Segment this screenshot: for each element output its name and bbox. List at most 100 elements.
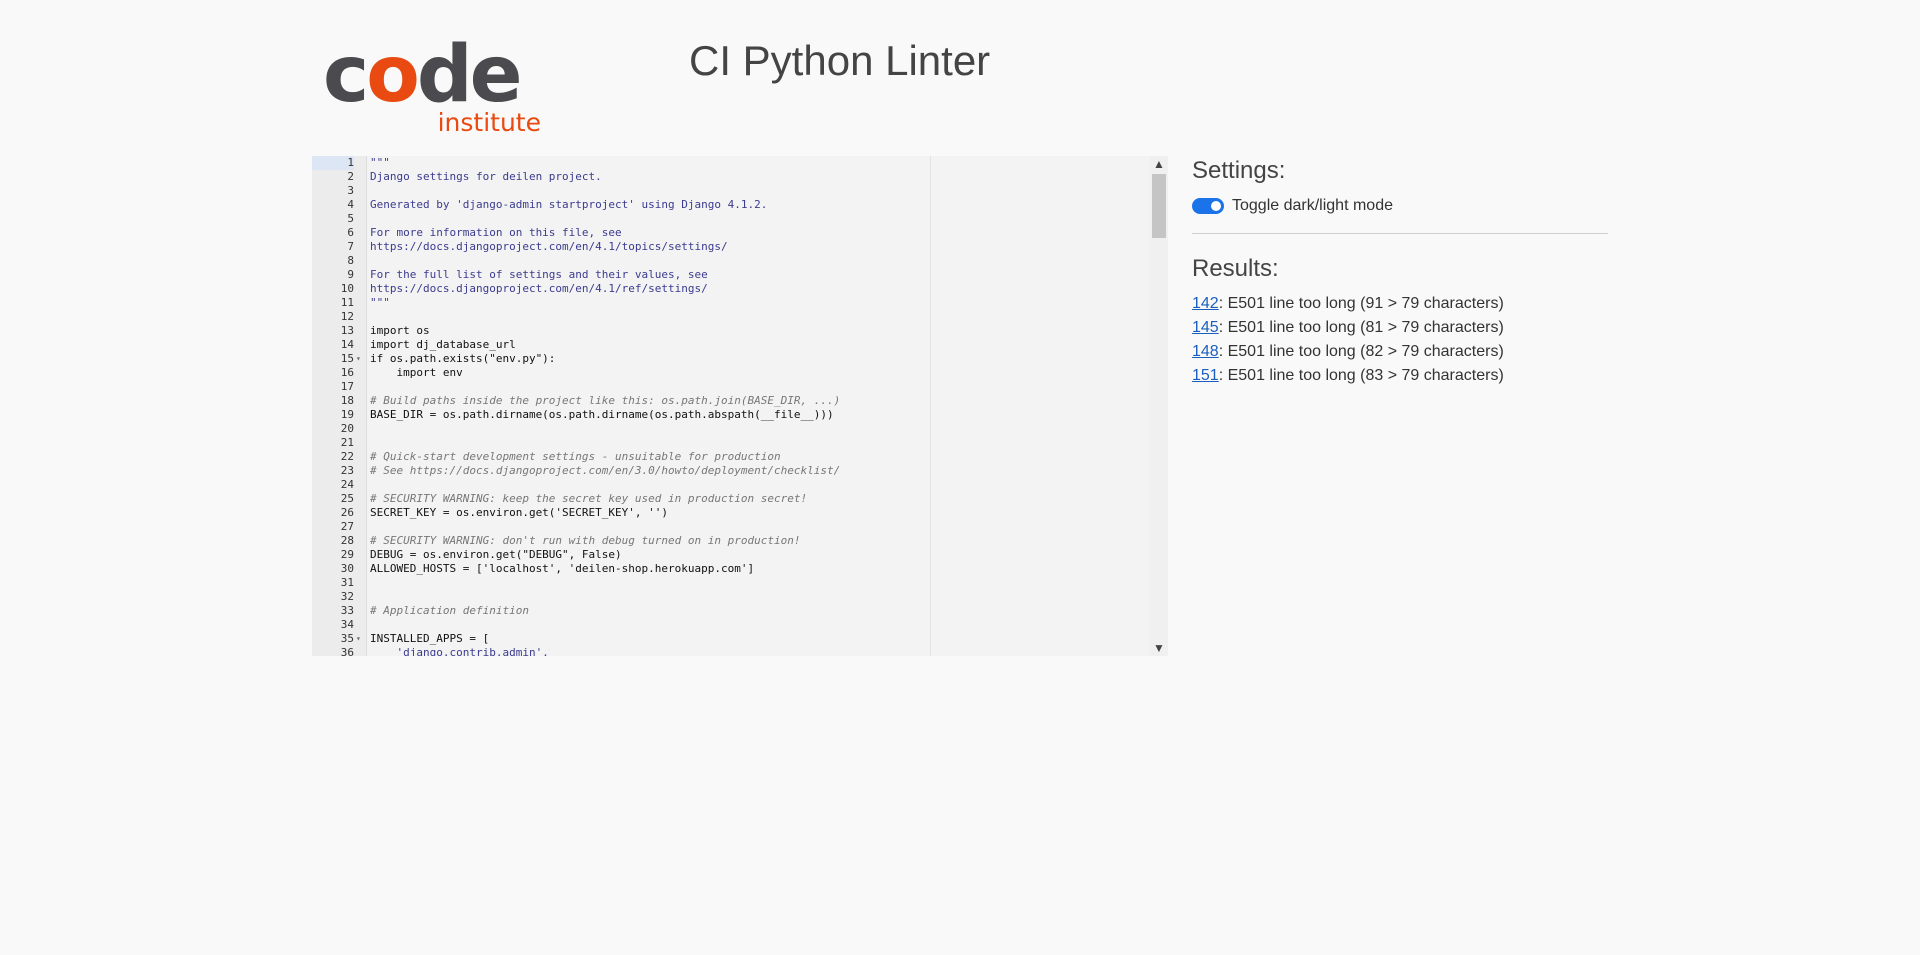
theme-toggle-label[interactable]: Toggle dark/light mode	[1232, 196, 1393, 216]
results-heading: Results:	[1192, 255, 1279, 282]
result-line-link[interactable]: 148	[1192, 343, 1219, 360]
editor-line[interactable]: 10 https://docs.djangoproject.com/en/4.1/…	[312, 282, 1168, 296]
code-text[interactable]: BASE_DIR = os.path.dirname(os.path.dirna…	[370, 408, 834, 422]
theme-toggle-switch[interactable]	[1192, 198, 1224, 214]
editor-line[interactable]: 22 # Quick-start development settings - u…	[312, 450, 1168, 464]
editor-line[interactable]: 26 SECRET_KEY = os.environ.get('SECRET_KE…	[312, 506, 1168, 520]
editor-line[interactable]: 27	[312, 520, 1168, 534]
code-text[interactable]: import dj_database_url	[370, 338, 516, 352]
editor-line[interactable]: 13 import os	[312, 324, 1168, 338]
code-text[interactable]: For the full list of settings and their …	[370, 268, 708, 282]
editor-line[interactable]: 19 BASE_DIR = os.path.dirname(os.path.dir…	[312, 408, 1168, 422]
code-text[interactable]: # SECURITY WARNING: keep the secret key …	[370, 492, 807, 506]
editor-line[interactable]: 23 # See https://docs.djangoproject.com/e…	[312, 464, 1168, 478]
editor-line[interactable]: 35 ▾ INSTALLED_APPS = [	[312, 632, 1168, 646]
code-text[interactable]: # Build paths inside the project like th…	[370, 394, 840, 408]
editor-line[interactable]: 14 import dj_database_url	[312, 338, 1168, 352]
editor-scrollbar[interactable]: ▲ ▼	[1150, 156, 1168, 656]
code-text[interactable]: For more information on this file, see	[370, 226, 622, 240]
editor-line[interactable]: 12	[312, 310, 1168, 324]
line-number: 16	[340, 366, 354, 379]
line-number: 2	[347, 170, 354, 183]
fold-arrow-icon[interactable]: ▾	[356, 352, 364, 366]
code-text[interactable]: https://docs.djangoproject.com/en/4.1/re…	[370, 282, 708, 296]
editor-line[interactable]: 11 """	[312, 296, 1168, 310]
editor-line[interactable]: 30 ALLOWED_HOSTS = ['localhost', 'deilen-…	[312, 562, 1168, 576]
code-institute-logo: code institute	[323, 36, 553, 140]
scroll-up-icon[interactable]: ▲	[1150, 156, 1168, 172]
editor-line[interactable]: 28 # SECURITY WARNING: don't run with deb…	[312, 534, 1168, 548]
editor-line[interactable]: 32	[312, 590, 1168, 604]
line-number: 11	[340, 296, 354, 309]
fold-arrow-icon[interactable]: ▾	[356, 632, 364, 646]
logo-letters-c: c	[323, 30, 369, 120]
editor-line[interactable]: 29 DEBUG = os.environ.get("DEBUG", False)	[312, 548, 1168, 562]
code-text[interactable]: import os	[370, 324, 430, 338]
result-line-link[interactable]: 151	[1192, 367, 1219, 384]
code-text[interactable]: import env	[370, 366, 462, 380]
line-number: 13	[340, 324, 354, 337]
editor-line[interactable]: 3	[312, 184, 1168, 198]
code-text[interactable]: https://docs.djangoproject.com/en/4.1/to…	[370, 240, 728, 254]
code-text[interactable]: # Quick-start development settings - uns…	[370, 450, 781, 464]
line-number: 7	[347, 240, 354, 253]
line-number: 14	[340, 338, 354, 351]
line-number: 10	[340, 282, 354, 295]
logo-letters-de: de	[416, 30, 523, 120]
results-list: 142: E501 line too long (91 > 79 charact…	[1192, 294, 1504, 390]
editor-line[interactable]: 6 For more information on this file, see	[312, 226, 1168, 240]
code-text[interactable]: Generated by 'django-admin startproject'…	[370, 198, 767, 212]
line-number: 35	[340, 632, 354, 645]
editor-line[interactable]: 24	[312, 478, 1168, 492]
editor-line[interactable]: 9 For the full list of settings and their…	[312, 268, 1168, 282]
line-number: 17	[340, 380, 354, 393]
line-number: 26	[340, 506, 354, 519]
result-line-link[interactable]: 145	[1192, 319, 1219, 336]
code-text[interactable]: # See https://docs.djangoproject.com/en/…	[370, 464, 840, 478]
code-text[interactable]: """	[370, 156, 390, 170]
editor-line[interactable]: 15 ▾ if os.path.exists("env.py"):	[312, 352, 1168, 366]
code-text[interactable]: # SECURITY WARNING: don't run with debug…	[370, 534, 800, 548]
code-text[interactable]: INSTALLED_APPS = [	[370, 632, 489, 646]
editor-line[interactable]: 18 # Build paths inside the project like …	[312, 394, 1168, 408]
code-text[interactable]: if os.path.exists("env.py"):	[370, 352, 555, 366]
editor-line[interactable]: 7 https://docs.djangoproject.com/en/4.1/t…	[312, 240, 1168, 254]
line-number: 5	[347, 212, 354, 225]
editor-line[interactable]: 2 Django settings for deilen project.	[312, 170, 1168, 184]
editor-line[interactable]: 31	[312, 576, 1168, 590]
editor-line[interactable]: 5	[312, 212, 1168, 226]
code-text[interactable]: """	[370, 296, 390, 310]
code-text[interactable]: Django settings for deilen project.	[370, 170, 602, 184]
editor-line[interactable]: 1 """	[312, 156, 1168, 170]
line-number: 29	[340, 548, 354, 561]
editor-line[interactable]: 36 'django.contrib.admin',	[312, 646, 1168, 656]
code-text[interactable]: # Application definition	[370, 604, 529, 618]
code-text[interactable]: SECRET_KEY = os.environ.get('SECRET_KEY'…	[370, 506, 668, 520]
editor-line[interactable]: 16 import env	[312, 366, 1168, 380]
editor-line[interactable]: 20	[312, 422, 1168, 436]
editor-line[interactable]: 34	[312, 618, 1168, 632]
code-text[interactable]: DEBUG = os.environ.get("DEBUG", False)	[370, 548, 622, 562]
editor-line[interactable]: 4 Generated by 'django-admin startproject…	[312, 198, 1168, 212]
line-number: 22	[340, 450, 354, 463]
editor-line[interactable]: 33 # Application definition	[312, 604, 1168, 618]
line-number: 8	[347, 254, 354, 267]
result-item: 148: E501 line too long (82 > 79 charact…	[1192, 342, 1504, 366]
line-number: 31	[340, 576, 354, 589]
editor-line[interactable]: 17	[312, 380, 1168, 394]
line-number: 19	[340, 408, 354, 421]
line-number: 9	[347, 268, 354, 281]
line-number: 23	[340, 464, 354, 477]
scroll-down-icon[interactable]: ▼	[1150, 640, 1168, 656]
editor-line[interactable]: 21	[312, 436, 1168, 450]
editor-line[interactable]: 8	[312, 254, 1168, 268]
line-number: 25	[340, 492, 354, 505]
code-text[interactable]: ALLOWED_HOSTS = ['localhost', 'deilen-sh…	[370, 562, 754, 576]
code-text[interactable]: 'django.contrib.admin',	[370, 646, 548, 656]
editor-line[interactable]: 25 # SECURITY WARNING: keep the secret ke…	[312, 492, 1168, 506]
scroll-thumb[interactable]	[1152, 174, 1166, 238]
result-line-link[interactable]: 142	[1192, 295, 1219, 312]
line-number: 20	[340, 422, 354, 435]
editor-lines[interactable]: 1 """ 2 Django settings for deilen project.…	[312, 156, 1168, 656]
code-editor[interactable]: 1 """ 2 Django settings for deilen project.…	[312, 156, 1168, 656]
